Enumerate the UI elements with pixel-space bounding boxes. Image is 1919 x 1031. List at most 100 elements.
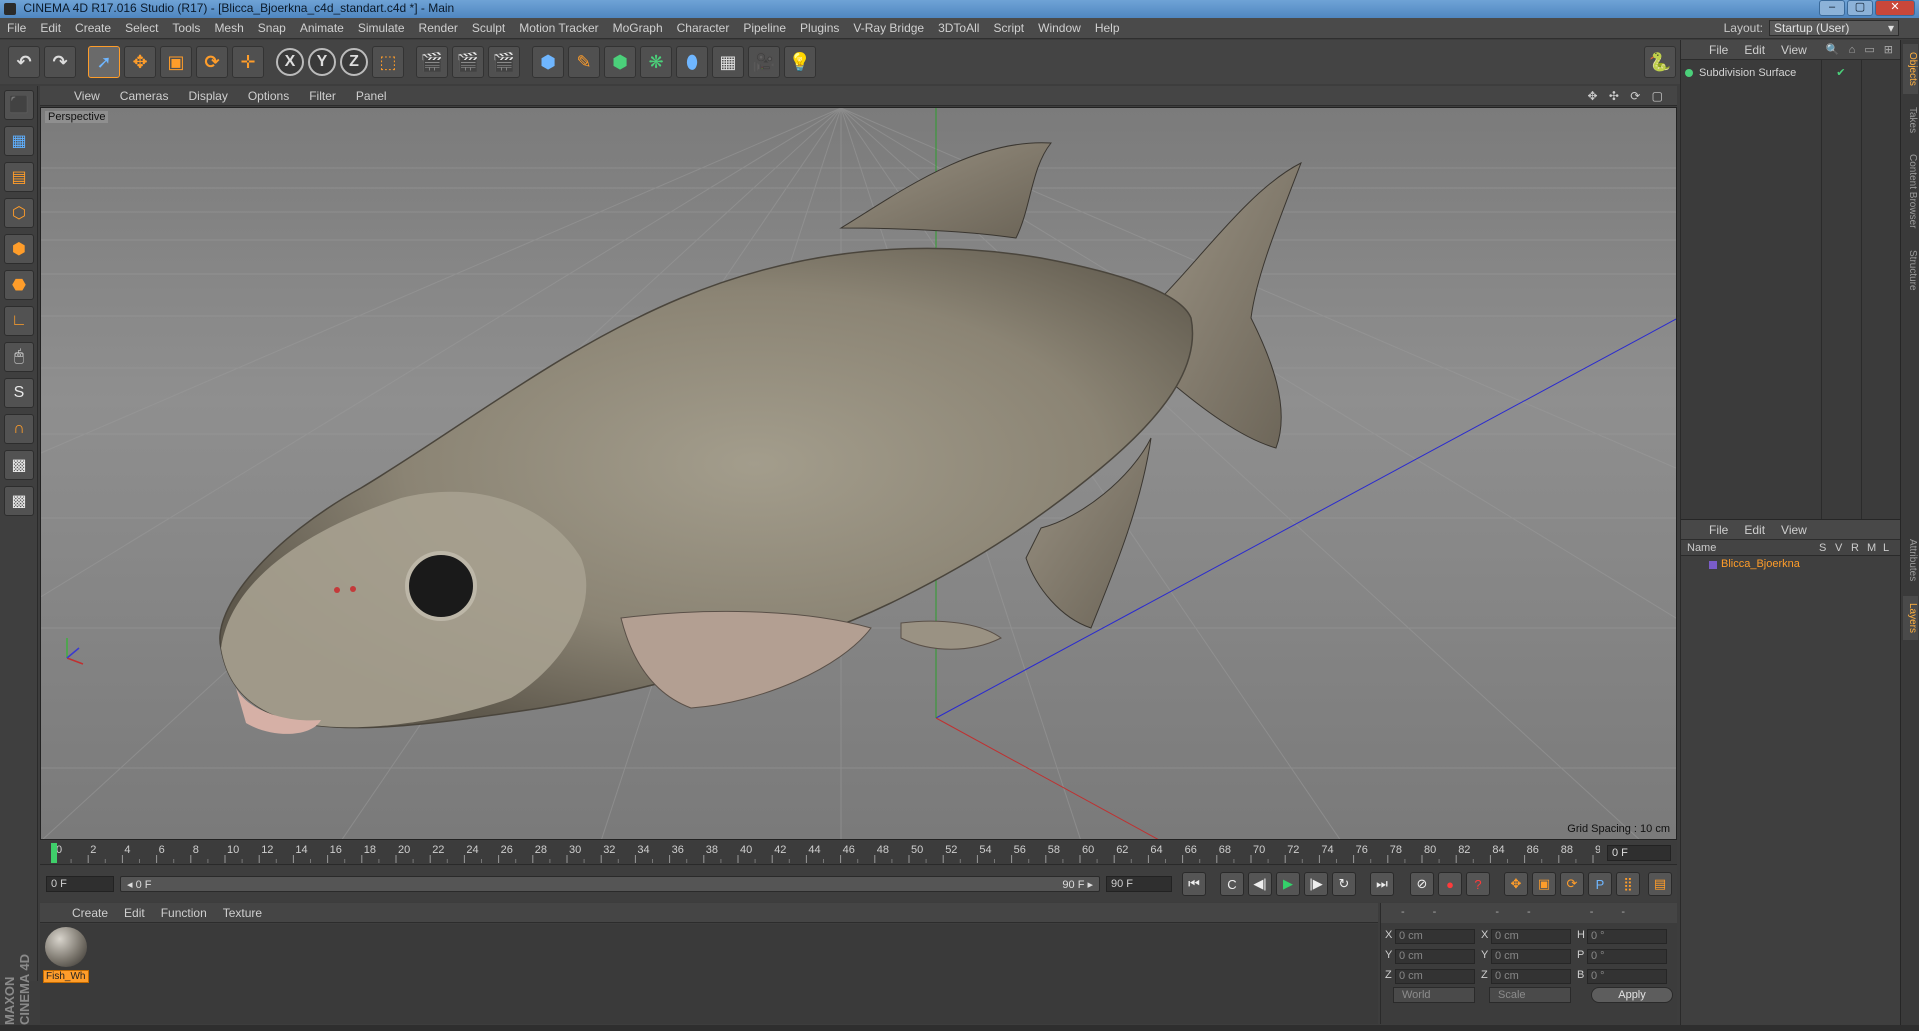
menu-file[interactable]: File [0,21,33,35]
timeline-window-icon[interactable]: ▤ [1648,872,1672,896]
subdivision-surface-icon[interactable]: ⬢ [604,46,636,78]
workplane-icon[interactable]: ▩ [4,486,34,516]
snap-magnet-icon[interactable]: ∩ [4,414,34,444]
points-mode-icon[interactable]: ⬡ [4,198,34,228]
menu-vray-bridge[interactable]: V-Ray Bridge [846,21,931,35]
world-select[interactable]: World [1393,987,1475,1003]
layers-menu-view[interactable]: View [1773,523,1815,537]
next-frame-icon[interactable]: |▶ [1304,872,1328,896]
perspective-viewport[interactable]: Perspective Grid Spacing : 10 cm [40,107,1677,840]
render-view-icon[interactable]: 🎬 [416,46,448,78]
menu-tools[interactable]: Tools [165,21,207,35]
record-active-icon[interactable]: ● [1438,872,1462,896]
menu-mesh[interactable]: Mesh [207,21,250,35]
minimize-button[interactable]: – [1819,0,1845,16]
layers-menu-edit[interactable]: Edit [1736,523,1773,537]
coordinate-system-icon[interactable]: ⬚ [372,46,404,78]
material-menu-function[interactable]: Function [153,906,215,920]
menu-animate[interactable]: Animate [293,21,351,35]
current-frame-field[interactable]: 0 F [1607,845,1671,861]
workplane-lock-icon[interactable]: ▩ [4,450,34,480]
menu-motion-tracker[interactable]: Motion Tracker [512,21,605,35]
rotate-tool-icon[interactable]: ⟳ [196,46,228,78]
texture-mode-icon[interactable]: ▤ [4,162,34,192]
render-picture-viewer-icon[interactable]: 🎬 [452,46,484,78]
material-name-label[interactable]: Fish_Wh [43,970,89,983]
floor-icon[interactable]: ▦ [712,46,744,78]
rotation-b-field[interactable]: 0 ° [1587,969,1667,984]
start-frame-field[interactable]: 0 F [46,876,114,892]
position-x-field[interactable]: 0 cm [1395,929,1475,944]
scale-tool-icon[interactable]: ▣ [160,46,192,78]
deformer-icon[interactable]: ⬮ [676,46,708,78]
menu-3dtoall[interactable]: 3DToAll [931,21,986,35]
next-key-icon[interactable]: ↻ [1332,872,1356,896]
menu-plugins[interactable]: Plugins [793,21,846,35]
tab-structure[interactable]: Structure [1903,242,1918,298]
size-z-field[interactable]: 0 cm [1491,969,1571,984]
solo-icon[interactable]: S [4,378,34,408]
objects-menu-file[interactable]: File [1701,43,1736,57]
layer-color-swatch[interactable] [1709,561,1717,569]
axis-mode-icon[interactable]: ∟ [4,306,34,336]
apply-button[interactable]: Apply [1591,987,1673,1003]
key-rotation-icon[interactable]: ⟳ [1560,872,1584,896]
menu-window[interactable]: Window [1031,21,1088,35]
layer-row[interactable]: Blicca_Bjoerkna [1681,556,1900,572]
timeline-ruler[interactable]: 0 2 4 6 8 10 12 14 16 18 20 22 24 26 28 30 32 34 36 38 40 42 4… [40,841,1677,865]
viewport-menu-display[interactable]: Display [178,89,237,103]
menu-simulate[interactable]: Simulate [351,21,412,35]
z-axis-lock-icon[interactable]: Z [340,48,368,76]
material-menu-texture[interactable]: Texture [215,906,270,920]
menu-mograph[interactable]: MoGraph [606,21,670,35]
objects-menu-view[interactable]: View [1773,43,1815,57]
objects-menu-edit[interactable]: Edit [1736,43,1773,57]
tab-content-browser[interactable]: Content Browser [1903,144,1918,238]
tab-objects[interactable]: Objects [1903,44,1918,94]
material-menu-edit[interactable]: Edit [116,906,153,920]
cube-primitive-icon[interactable]: ⬢ [532,46,564,78]
size-y-field[interactable]: 0 cm [1491,949,1571,964]
key-parameter-icon[interactable]: P [1588,872,1612,896]
viewport-menu-panel[interactable]: Panel [346,89,397,103]
key-scale-icon[interactable]: ▣ [1532,872,1556,896]
render-settings-icon[interactable]: 🎬 [488,46,520,78]
menu-script[interactable]: Script [986,21,1031,35]
menu-help[interactable]: Help [1088,21,1127,35]
rotation-h-field[interactable]: 0 ° [1587,929,1667,944]
material-preview-sphere[interactable] [45,927,87,967]
end-frame-field[interactable]: 90 F [1106,876,1172,892]
size-x-field[interactable]: 0 cm [1491,929,1571,944]
tab-takes[interactable]: Takes [1903,100,1918,140]
menu-snap[interactable]: Snap [251,21,293,35]
menu-edit[interactable]: Edit [33,21,68,35]
viewport-menu-view[interactable]: View [64,89,110,103]
menu-select[interactable]: Select [118,21,165,35]
last-tool-icon[interactable]: ✛ [232,46,264,78]
object-enabled-check-icon[interactable]: ✔ [1836,66,1845,79]
menu-character[interactable]: Character [670,21,737,35]
previous-key-icon[interactable]: C [1220,872,1244,896]
key-pla-icon[interactable]: ⣿ [1616,872,1640,896]
viewport-navigation-icons[interactable]: ✥ ✣ ⟳ ▢ [1587,89,1667,103]
viewport-menu-filter[interactable]: Filter [299,89,346,103]
menu-pipeline[interactable]: Pipeline [736,21,793,35]
tab-attributes[interactable]: Attributes [1903,530,1918,590]
cloner-icon[interactable]: ❋ [640,46,672,78]
tab-layers[interactable]: Layers [1903,596,1918,640]
go-to-end-icon[interactable]: ⏭ [1370,872,1394,896]
menu-sculpt[interactable]: Sculpt [465,21,512,35]
light-icon[interactable]: 💡 [784,46,816,78]
undo-icon[interactable]: ↶ [8,46,40,78]
python-icon[interactable]: 🐍 [1644,46,1676,78]
scale-select[interactable]: Scale [1489,987,1571,1003]
make-editable-icon[interactable]: ⬛ [4,90,34,120]
select-tool-icon[interactable]: ➚ [88,46,120,78]
go-to-start-icon[interactable]: ⏮ [1182,872,1206,896]
move-tool-icon[interactable]: ✥ [124,46,156,78]
preview-range-slider[interactable]: ◂ 0 F 90 F ▸ [120,876,1100,892]
model-mode-icon[interactable]: ▦ [4,126,34,156]
viewport-menu-cameras[interactable]: Cameras [110,89,179,103]
edges-mode-icon[interactable]: ⬢ [4,234,34,264]
maximize-button[interactable]: ▢ [1847,0,1873,16]
